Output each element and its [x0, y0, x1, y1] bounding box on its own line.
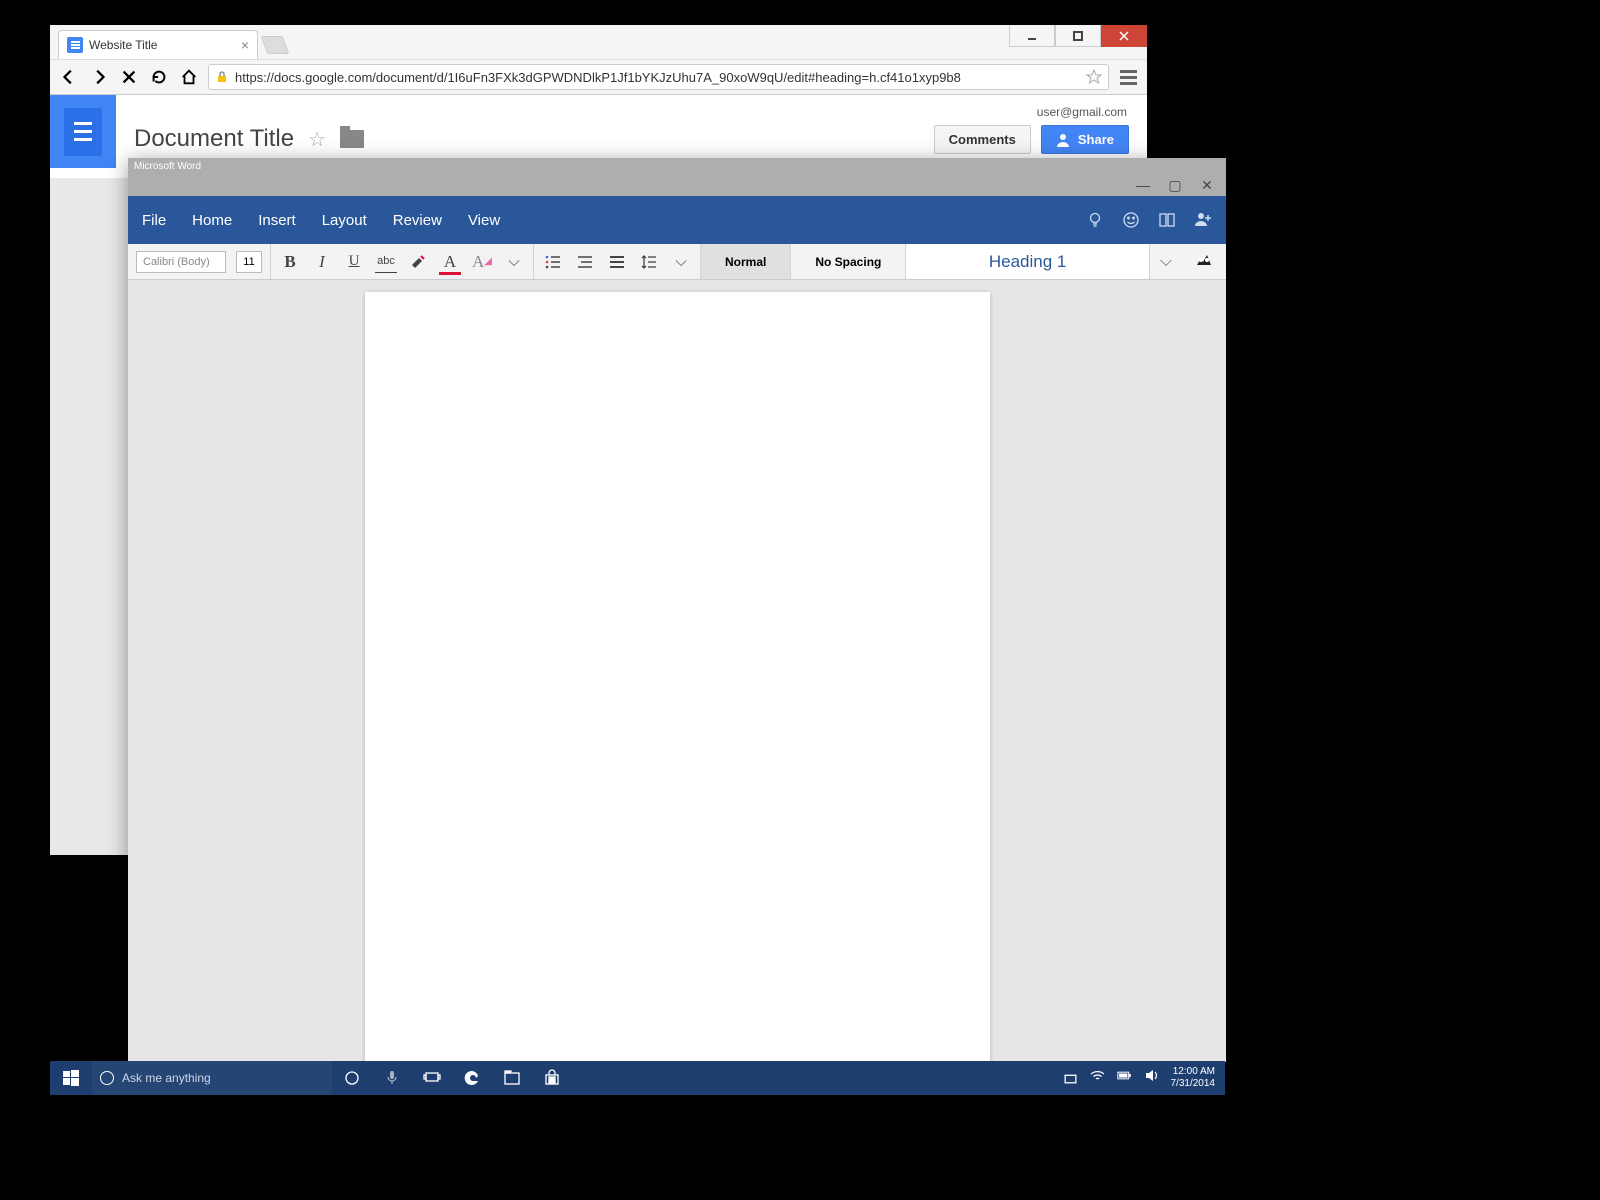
stop-button[interactable] [118, 66, 140, 88]
font-color-button[interactable]: A [439, 251, 461, 273]
document-title[interactable]: Document Title [134, 125, 294, 153]
paragraph-dropdown-icon[interactable]: ⌵ [670, 251, 692, 273]
clock-time: 12:00 AM [1171, 1066, 1216, 1078]
underline-button[interactable]: U [343, 251, 365, 273]
italic-button[interactable]: I [311, 251, 333, 273]
tab-close-icon[interactable]: × [241, 37, 249, 53]
person-icon [1056, 133, 1070, 147]
numbering-button[interactable] [574, 251, 596, 273]
word-app-name: Microsoft Word [134, 161, 201, 172]
tab-file[interactable]: File [142, 212, 166, 229]
minimize-button[interactable] [1009, 25, 1055, 47]
font-dropdown-icon[interactable]: ⌵ [503, 251, 525, 273]
tab-review[interactable]: Review [393, 212, 442, 229]
word-ribbon: File Home Insert Layout Review View [128, 196, 1226, 244]
reading-icon[interactable] [1158, 211, 1176, 229]
explorer-icon[interactable] [492, 1061, 532, 1095]
folder-icon[interactable] [340, 130, 364, 148]
taskbar-tray: 12:00 AM 7/31/2014 [1063, 1061, 1226, 1095]
tab-title: Website Title [89, 38, 235, 52]
word-toolbar: B I U abc A A◢ ⌵ ⌵ Normal No Spacing Hea… [128, 244, 1226, 280]
line-spacing-button[interactable] [638, 251, 660, 273]
back-button[interactable] [58, 66, 80, 88]
text-effects-button[interactable]: A◢ [471, 251, 493, 273]
styles-dropdown-icon[interactable]: ⌵ [1150, 253, 1182, 271]
word-maximize-button[interactable]: ▢ [1168, 177, 1182, 194]
bookmark-star-icon[interactable] [1086, 69, 1102, 85]
task-view-icon[interactable] [412, 1061, 452, 1095]
find-button[interactable] [1182, 250, 1226, 273]
store-icon[interactable] [532, 1061, 572, 1095]
tab-view[interactable]: View [468, 212, 500, 229]
star-icon[interactable]: ☆ [308, 127, 326, 152]
chrome-titlebar: Website Title × [50, 25, 1147, 59]
share-person-icon[interactable] [1194, 211, 1212, 229]
tray-up-icon[interactable] [1063, 1061, 1078, 1095]
cortana-icon [100, 1071, 114, 1085]
font-name-input[interactable] [136, 251, 226, 273]
share-button[interactable]: Share [1041, 125, 1129, 154]
browser-tab[interactable]: Website Title × [58, 30, 258, 59]
comments-button[interactable]: Comments [934, 125, 1031, 154]
clock-date: 7/31/2014 [1171, 1078, 1216, 1090]
chrome-menu-button[interactable] [1117, 66, 1139, 88]
maximize-button[interactable] [1055, 25, 1101, 47]
chrome-toolbar [50, 59, 1147, 95]
word-titlebar: Microsoft Word [128, 158, 1226, 174]
word-window-controls: ― ▢ ✕ [128, 174, 1226, 196]
forward-button[interactable] [88, 66, 110, 88]
bullets-button[interactable] [542, 251, 564, 273]
tab-insert[interactable]: Insert [258, 212, 296, 229]
word-minimize-button[interactable]: ― [1136, 177, 1150, 193]
taskbar-left-icons [332, 1061, 572, 1095]
url-input[interactable] [235, 70, 1080, 85]
window-controls [1009, 25, 1147, 47]
share-label: Share [1078, 132, 1114, 147]
word-canvas[interactable] [128, 280, 1226, 1062]
search-placeholder: Ask me anything [122, 1071, 211, 1085]
taskbar-clock[interactable]: 12:00 AM 7/31/2014 [1171, 1066, 1216, 1090]
lightbulb-icon[interactable] [1086, 211, 1104, 229]
bold-button[interactable]: B [279, 251, 301, 273]
edge-icon[interactable] [452, 1061, 492, 1095]
style-no-spacing[interactable]: No Spacing [791, 244, 906, 279]
new-tab-button[interactable] [261, 36, 290, 54]
docs-favicon-icon [67, 37, 83, 53]
word-ribbon-tabs: File Home Insert Layout Review View [142, 212, 500, 229]
word-close-button[interactable]: ✕ [1200, 177, 1214, 194]
taskbar-search[interactable]: Ask me anything [92, 1061, 332, 1095]
tab-layout[interactable]: Layout [322, 212, 367, 229]
font-group [128, 244, 271, 279]
start-button[interactable] [50, 1061, 92, 1095]
smiley-icon[interactable] [1122, 211, 1140, 229]
reload-button[interactable] [148, 66, 170, 88]
docs-logo-column [50, 95, 116, 168]
font-size-input[interactable] [236, 251, 262, 273]
highlight-button[interactable] [407, 251, 429, 273]
clear-format-button[interactable]: abc [375, 251, 397, 273]
word-window: Microsoft Word ― ▢ ✕ File Home Insert La… [128, 158, 1226, 1062]
cortana-circle-icon[interactable] [332, 1061, 372, 1095]
home-button[interactable] [178, 66, 200, 88]
docs-logo-icon[interactable] [64, 108, 102, 156]
user-email[interactable]: user@gmail.com [1037, 105, 1127, 119]
close-button[interactable] [1101, 25, 1147, 47]
lock-icon [215, 70, 229, 84]
paragraph-group: ⌵ [534, 244, 701, 279]
align-button[interactable] [606, 251, 628, 273]
format-group: B I U abc A A◢ ⌵ [271, 244, 534, 279]
word-page[interactable] [365, 292, 990, 1062]
style-heading-1[interactable]: Heading 1 [906, 244, 1150, 279]
battery-icon[interactable] [1117, 1068, 1132, 1088]
style-normal[interactable]: Normal [701, 244, 791, 279]
tab-home[interactable]: Home [192, 212, 232, 229]
wifi-icon[interactable] [1090, 1068, 1105, 1088]
taskbar: Ask me anything 12:00 AM 7/31/2014 [50, 1061, 1225, 1095]
address-bar[interactable] [208, 64, 1109, 90]
volume-icon[interactable] [1144, 1068, 1159, 1088]
docs-header-buttons: Comments Share [934, 125, 1129, 154]
word-ribbon-right [1086, 211, 1212, 229]
mic-icon[interactable] [372, 1061, 412, 1095]
